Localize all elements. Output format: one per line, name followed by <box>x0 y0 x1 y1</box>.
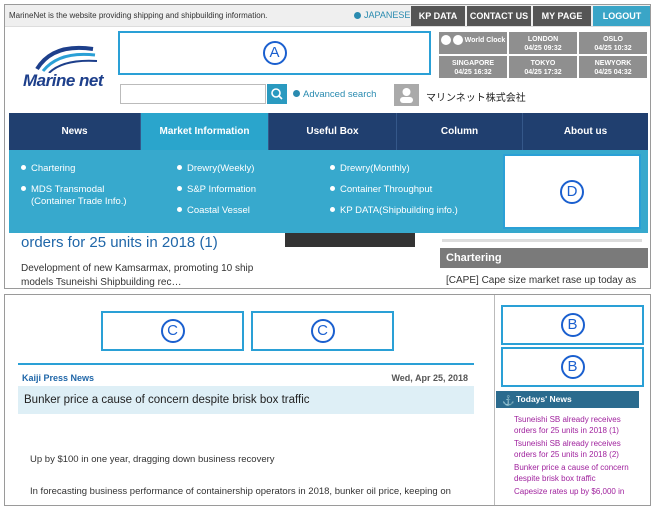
article-title: Bunker price a cause of concern despite … <box>18 386 474 414</box>
nav-about-us[interactable]: About us <box>523 113 648 150</box>
nav-news[interactable]: News <box>9 113 141 150</box>
todays-news-item[interactable]: Capesize rates up by $6,000 in <box>514 486 624 497</box>
annotation-box-a: A <box>118 31 431 75</box>
contact-us-button[interactable]: CONTACT US <box>467 6 531 26</box>
clock-london: LONDON 04/25 09:32 <box>509 32 577 54</box>
bullet-icon <box>354 12 361 19</box>
language-label: JAPANESE <box>364 10 411 20</box>
search-icon <box>271 88 283 100</box>
clock-newyork: NEWYORK 04/25 04:32 <box>579 56 647 78</box>
advanced-search-label: Advanced search <box>303 89 377 100</box>
clock-oslo: OSLO 04/25 10:32 <box>579 32 647 54</box>
bullet-icon <box>330 186 335 191</box>
menu-coastal-vessel[interactable]: Coastal Vessel <box>177 205 250 217</box>
user-avatar-icon <box>394 84 419 106</box>
column-divider <box>494 295 495 505</box>
menu-sp-information[interactable]: S&P Information <box>177 184 256 196</box>
logo-text: Marine net <box>23 71 104 90</box>
annotation-box-b1: B <box>501 305 644 345</box>
annotation-label-c: C <box>160 319 185 343</box>
bullet-icon <box>21 165 26 170</box>
kp-data-button[interactable]: KP DATA <box>411 6 465 26</box>
todays-news-header: ⚓ Todays' News <box>496 391 639 408</box>
nav-useful-box[interactable]: Useful Box <box>269 113 397 150</box>
world-clock: World Clock LONDON 04/25 09:32 OSLO 04/25 … <box>439 32 647 78</box>
annotation-box-b2: B <box>501 347 644 387</box>
article-body: In forecasting business performance of c… <box>30 486 451 497</box>
annotation-box-c1: C <box>101 311 244 351</box>
search-button[interactable] <box>267 84 287 104</box>
advanced-search-link[interactable]: Advanced search <box>293 89 376 100</box>
news-headline[interactable]: orders for 25 units in 2018 (1) <box>21 234 218 251</box>
bullet-icon <box>293 90 300 97</box>
main-nav: News Market Information Useful Box Colum… <box>9 113 648 150</box>
marinenet-logo[interactable]: Marine net <box>23 43 113 93</box>
chartering-header: Chartering <box>440 248 648 268</box>
bullet-icon <box>330 165 335 170</box>
article-source: Kaiji Press News <box>22 373 95 383</box>
my-page-button[interactable]: MY PAGE <box>533 6 591 26</box>
todays-news-title: Todays' News <box>516 394 572 404</box>
article-subtitle: Up by $100 in one year, dragging down bu… <box>30 454 275 465</box>
world-clock-label: World Clock <box>439 32 507 54</box>
language-link[interactable]: JAPANESE <box>354 10 410 20</box>
world-clock-title: World Clock <box>464 36 506 44</box>
article-date: Wed, Apr 25, 2018 <box>391 373 468 383</box>
bullet-icon <box>330 207 335 212</box>
bullet-icon <box>21 186 26 191</box>
clock-tokyo: TOKYO 04/25 17:32 <box>509 56 577 78</box>
menu-chartering[interactable]: Chartering <box>21 163 75 175</box>
annotation-label-b: B <box>560 355 585 379</box>
nav-column[interactable]: Column <box>397 113 523 150</box>
todays-news-item[interactable]: Tsuneishi SB already receives orders for … <box>514 438 621 460</box>
news-photo <box>285 233 415 247</box>
chartering-item[interactable]: [CAPE] Cape size market rase up today as <box>446 275 636 286</box>
search-input[interactable] <box>120 84 266 104</box>
menu-drewry-monthly[interactable]: Drewry(Monthly) <box>330 163 410 175</box>
top-bar: MarineNet is the website providing shipp… <box>5 5 650 27</box>
site-description: MarineNet is the website providing shipp… <box>9 11 268 20</box>
annotation-box-c2: C <box>251 311 394 351</box>
menu-container-throughput[interactable]: Container Throughput <box>330 184 432 196</box>
annotation-label-a: A <box>262 41 287 65</box>
news-summary: Development of new Kamsarmax, promoting … <box>21 263 254 288</box>
clock-icon <box>452 35 463 45</box>
todays-news-item[interactable]: Bunker price a cause of concern despite b… <box>514 462 629 484</box>
market-info-dropdown: Chartering MDS Transmodal (Container Trad… <box>9 150 648 233</box>
annotation-label-b: B <box>560 313 585 337</box>
menu-mds-transmodal[interactable]: MDS Transmodal (Container Trade Info.) <box>21 184 127 208</box>
wave-logo-icon <box>35 45 98 73</box>
clock-singapore: SINGAPORE 04/25 16:32 <box>439 56 507 78</box>
todays-news-item[interactable]: Tsuneishi SB already receives orders for … <box>514 414 621 436</box>
anchor-icon: ⚓ <box>502 396 515 407</box>
user-company-name: マリンネット株式会社 <box>426 93 526 104</box>
annotation-label-c: C <box>310 319 335 343</box>
clock-icon <box>440 35 451 45</box>
scrollbar[interactable] <box>442 239 642 242</box>
article-header: Kaiji Press News Wed, Apr 25, 2018 <box>18 363 474 387</box>
annotation-label-d: D <box>560 179 584 204</box>
logout-button[interactable]: LOGOUT <box>593 6 650 26</box>
bullet-icon <box>177 207 182 212</box>
menu-drewry-weekly[interactable]: Drewry(Weekly) <box>177 163 254 175</box>
bullet-icon <box>177 165 182 170</box>
top-screenshot-panel: MarineNet is the website providing shipp… <box>4 4 651 289</box>
nav-market-information[interactable]: Market Information <box>141 113 269 150</box>
bullet-icon <box>177 186 182 191</box>
annotation-box-d: D <box>503 154 641 229</box>
menu-kp-data-shipbuilding[interactable]: KP DATA(Shipbuilding info.) <box>330 205 458 217</box>
